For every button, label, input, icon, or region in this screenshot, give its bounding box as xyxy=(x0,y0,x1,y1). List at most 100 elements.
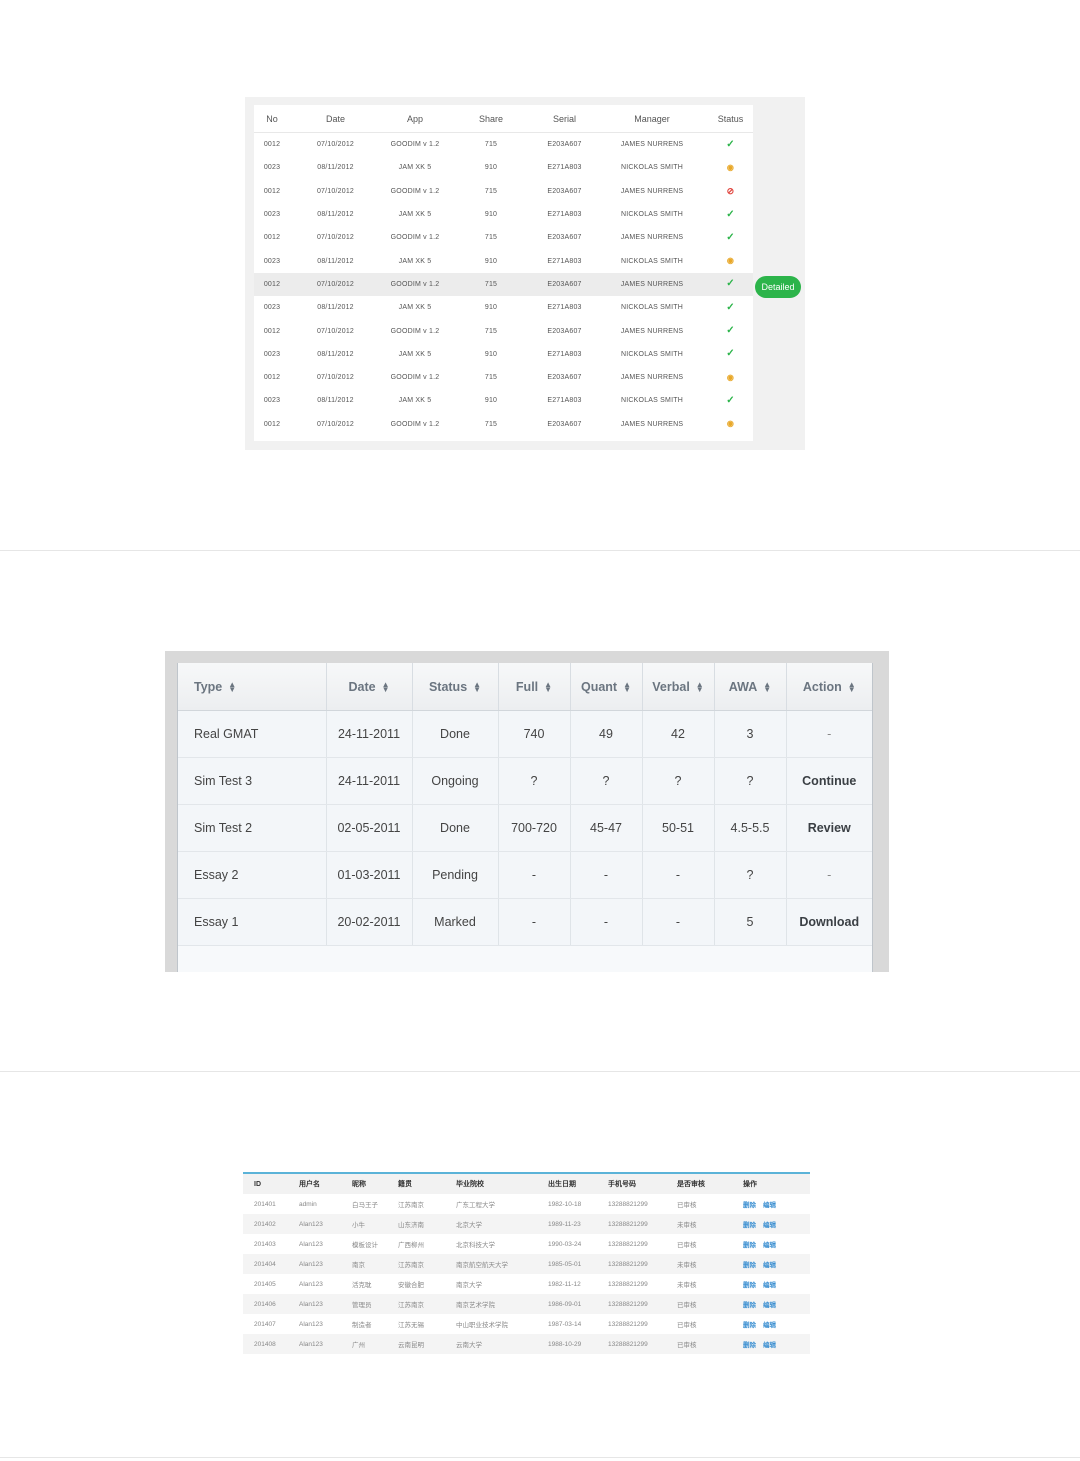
cell-phone: 13288821299 xyxy=(608,1280,648,1288)
table-row[interactable]: 0012 07/10/2012 GOODIM v 1.2 715 E203A607 JAM… xyxy=(254,133,753,157)
table-row[interactable]: 0012 07/10/2012 GOODIM v 1.2 715 E203A607 JAM… xyxy=(254,413,753,436)
cell-share: 715 xyxy=(484,234,498,242)
cell-type: Essay 2 xyxy=(178,851,327,899)
cell-no: 0023 xyxy=(263,257,281,265)
cell-serial: E271A803 xyxy=(547,304,582,312)
delete-link[interactable]: 删除 xyxy=(743,1302,756,1309)
edit-link[interactable]: 编辑 xyxy=(763,1262,776,1269)
sort-icon[interactable]: ▲ ▼ xyxy=(623,681,631,694)
edit-link[interactable]: 编辑 xyxy=(763,1222,776,1229)
cell-serial: E203A607 xyxy=(547,141,582,149)
col-header-date[interactable]: Date ▲ ▼ xyxy=(326,663,413,711)
cell-manager: JAMES NURRENS xyxy=(620,374,684,382)
cell-quant: - xyxy=(570,851,643,899)
pending-icon: ◉ xyxy=(726,372,735,382)
cell-quant: ? xyxy=(570,757,643,805)
col-header-origin: 籍贯 xyxy=(387,1174,445,1194)
cell-actions: 删除 编辑 xyxy=(732,1294,810,1314)
delete-link[interactable]: 删除 xyxy=(743,1222,756,1229)
cell-nickname: 小牛 xyxy=(341,1214,387,1234)
col-header-quant[interactable]: Quant ▲ ▼ xyxy=(570,663,643,711)
gmat-scores-table-frame: Type ▲ ▼ Date ▲ ▼ Status ▲ ▼ Full ▲ ▼ Quant ▲ ▼ Verbal ▲… xyxy=(165,651,889,972)
table-row[interactable]: 0023 08/11/2012 JAM XK 5 910 E271A803 NICKOLA… xyxy=(254,296,753,319)
col-header-date[interactable]: Date xyxy=(290,105,381,133)
sort-icon[interactable]: ▲ ▼ xyxy=(696,681,704,694)
cell-app: GOODIM v 1.2 xyxy=(390,234,440,242)
col-header-type[interactable]: Type ▲ ▼ xyxy=(178,663,327,711)
cell-no: 0023 xyxy=(263,164,281,172)
col-header-nickname: 昵称 xyxy=(341,1174,387,1194)
col-header-status[interactable]: Status xyxy=(708,105,753,133)
delete-link[interactable]: 删除 xyxy=(743,1262,756,1269)
cell-awa: 4.5-5.5 xyxy=(714,804,787,852)
edit-link[interactable]: 编辑 xyxy=(763,1302,776,1309)
edit-link[interactable]: 编辑 xyxy=(763,1322,776,1329)
cell-share: 910 xyxy=(484,164,498,172)
cell-app: GOODIM v 1.2 xyxy=(390,187,440,195)
delete-link[interactable]: 删除 xyxy=(743,1322,756,1329)
col-header-app[interactable]: App xyxy=(381,105,449,133)
col-header-no[interactable]: No xyxy=(254,105,290,133)
cell-share: 715 xyxy=(484,374,498,382)
cell-birth: 1982-10-18 xyxy=(548,1200,582,1208)
sort-icon[interactable]: ▲ ▼ xyxy=(382,681,390,694)
table-row[interactable]: 0023 08/11/2012 JAM XK 5 910 E271A803 NICKOLA… xyxy=(254,156,753,179)
sort-icon[interactable]: ▲ ▼ xyxy=(848,681,856,694)
cell-status: ◉ xyxy=(708,156,753,179)
sort-icon[interactable]: ▲ ▼ xyxy=(544,681,552,694)
col-header-birth: 出生日期 xyxy=(537,1174,597,1194)
col-header-serial[interactable]: Serial xyxy=(533,105,596,133)
cell-school: 北京大学 xyxy=(445,1214,537,1234)
cell-date: 08/11/2012 xyxy=(317,211,354,219)
edit-link[interactable]: 编辑 xyxy=(763,1342,776,1349)
review-action[interactable]: Review xyxy=(786,804,872,852)
delete-link[interactable]: 删除 xyxy=(743,1242,756,1249)
col-header-awa[interactable]: AWA ▲ ▼ xyxy=(714,663,787,711)
table-row[interactable]: 0012 07/10/2012 GOODIM v 1.2 715 E203A607 JAM… xyxy=(254,272,753,297)
col-header-full[interactable]: Full ▲ ▼ xyxy=(498,663,571,711)
table-row[interactable]: 0012 07/10/2012 GOODIM v 1.2 715 E203A607 JAM… xyxy=(254,180,753,203)
edit-link[interactable]: 编辑 xyxy=(763,1242,776,1249)
cell-manager: JAMES NURRENS xyxy=(620,187,684,195)
cell-serial: E203A607 xyxy=(547,374,582,382)
cell-username: admin xyxy=(299,1200,317,1208)
edit-link[interactable]: 编辑 xyxy=(763,1282,776,1289)
table-row[interactable]: 0012 07/10/2012 GOODIM v 1.2 715 E203A607 JAM… xyxy=(254,366,753,389)
table-row[interactable]: 0023 08/11/2012 JAM XK 5 910 E271A803 NICKOLA… xyxy=(254,203,753,226)
cell-birth: 1988-10-29 xyxy=(537,1334,597,1354)
download-action[interactable]: Download xyxy=(786,898,872,946)
table-row[interactable]: 0023 08/11/2012 JAM XK 5 910 E271A803 NICKOLA… xyxy=(254,389,753,412)
table-row[interactable]: 0012 07/10/2012 GOODIM v 1.2 715 E203A607 JAM… xyxy=(254,319,753,342)
table-row[interactable]: 0012 07/10/2012 GOODIM v 1.2 715 E203A607 JAM… xyxy=(254,226,753,249)
continue-action[interactable]: Continue xyxy=(786,757,872,805)
delete-link[interactable]: 删除 xyxy=(743,1342,756,1349)
col-header-action[interactable]: Action ▲ ▼ xyxy=(786,663,872,711)
edit-link[interactable]: 编辑 xyxy=(763,1202,776,1209)
sort-icon[interactable]: ▲ ▼ xyxy=(228,681,236,694)
cell-app: GOODIM v 1.2 xyxy=(390,141,440,149)
cell-status: ✓ xyxy=(708,319,753,342)
cell-actions: 删除 编辑 xyxy=(732,1234,810,1254)
col-header-manager[interactable]: Manager xyxy=(596,105,708,133)
sort-icon[interactable]: ▲ ▼ xyxy=(473,681,481,694)
table-row[interactable]: 0023 08/11/2012 JAM XK 5 910 E271A803 NICKOLA… xyxy=(254,249,753,272)
sort-icon[interactable]: ▲ ▼ xyxy=(763,681,771,694)
col-header-actions: 操作 xyxy=(732,1174,810,1194)
col-header-verbal[interactable]: Verbal ▲ ▼ xyxy=(642,663,715,711)
cell-reviewed: 已审核 xyxy=(666,1294,732,1314)
delete-link[interactable]: 删除 xyxy=(743,1282,756,1289)
detailed-button[interactable]: Detailed xyxy=(755,276,801,298)
cell-serial: E203A607 xyxy=(547,234,582,242)
cell-origin: 江苏南京 xyxy=(398,1202,424,1209)
cell-nickname: 广州 xyxy=(341,1334,387,1354)
table-row[interactable]: 0023 08/11/2012 JAM XK 5 910 E271A803 NICKOLA… xyxy=(254,343,753,366)
cell-full: - xyxy=(498,851,571,899)
col-header-share[interactable]: Share xyxy=(449,105,533,133)
cell-id: 201403 xyxy=(254,1240,276,1248)
cell-no: 0023 xyxy=(263,397,281,405)
cell-app: GOODIM v 1.2 xyxy=(390,374,440,382)
cell-school: 南京航空航天大学 xyxy=(445,1254,537,1274)
col-header-status[interactable]: Status ▲ ▼ xyxy=(412,663,499,711)
delete-link[interactable]: 删除 xyxy=(743,1202,756,1209)
table-row: Essay 2 01-03-2011 Pending - - -? - xyxy=(178,851,872,899)
